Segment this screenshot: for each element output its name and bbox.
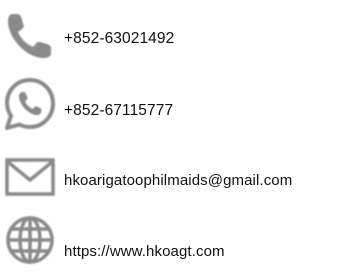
globe-icon	[6, 216, 54, 264]
contact-row-email: hkoarigatoophilmaids@gmail.com	[0, 148, 360, 204]
envelope-icon	[5, 158, 55, 196]
email-address[interactable]: hkoarigatoophilmaids@gmail.com	[64, 172, 292, 189]
contact-row-whatsapp: +852-67115777	[0, 76, 360, 132]
contact-row-website: https://www.hkoagt.com	[0, 212, 360, 268]
whatsapp-number[interactable]: +852-67115777	[64, 102, 173, 120]
contact-list: +852-63021492 +852-67115777 hkoarigatoop…	[0, 0, 360, 276]
website-url[interactable]: https://www.hkoagt.com	[64, 243, 225, 260]
phone-icon	[8, 14, 51, 58]
whatsapp-icon	[5, 78, 55, 130]
phone-number[interactable]: +852-63021492	[64, 30, 174, 48]
contact-row-phone: +852-63021492	[0, 8, 360, 64]
